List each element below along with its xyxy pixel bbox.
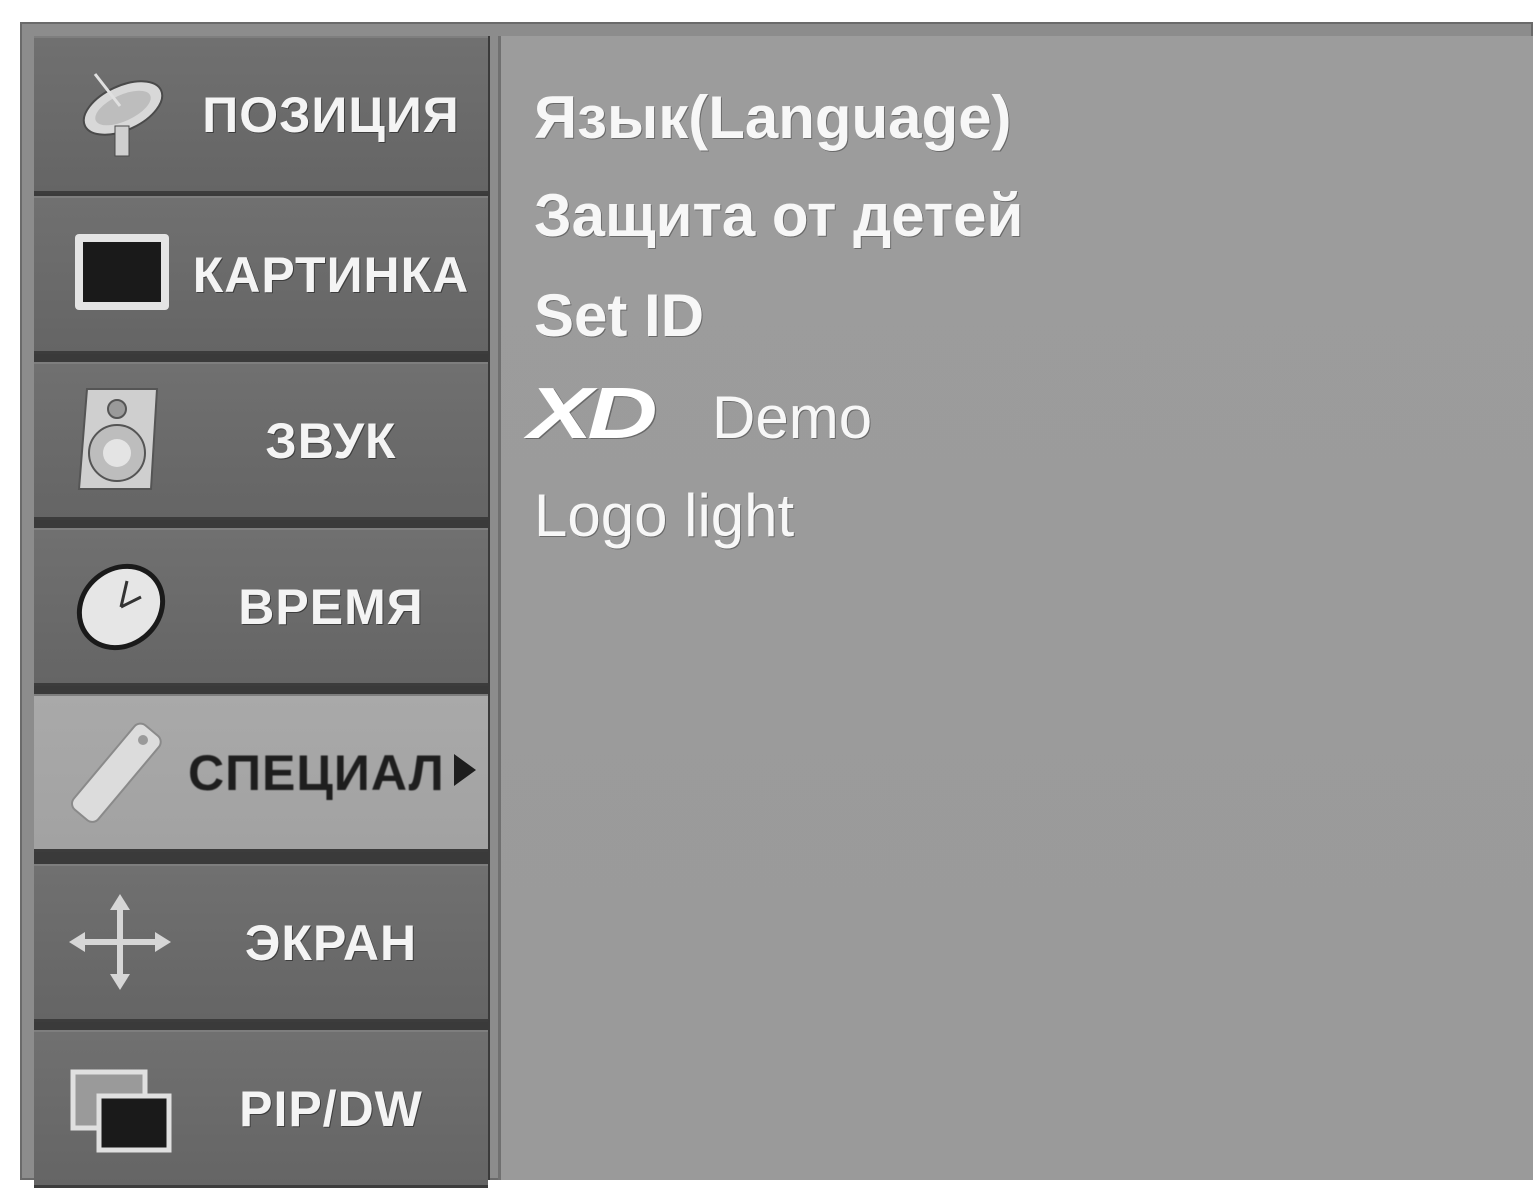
menu-item-logo-light[interactable]: Logo light xyxy=(534,476,794,556)
sidebar-item-label: КАРТИНКА xyxy=(192,246,470,303)
sidebar-item-time[interactable]: ВРЕМЯ xyxy=(34,528,488,686)
menu-item-set-id[interactable]: Set ID xyxy=(534,276,704,356)
sidebar-item-pip[interactable]: PIP/DW xyxy=(34,1030,488,1188)
sidebar-item-picture[interactable]: КАРТИНКА xyxy=(34,196,488,354)
sidebar-item-screen[interactable]: ЭКРАН xyxy=(34,864,488,1022)
sidebar-item-special[interactable]: СПЕЦИАЛ xyxy=(34,694,488,852)
submenu-arrow-icon xyxy=(454,754,476,786)
move-arrows-icon xyxy=(60,892,180,992)
sidebar-item-label: PIP/DW xyxy=(239,1080,423,1137)
menu-item-child-lock[interactable]: Защита от детей xyxy=(534,176,1023,256)
sidebar-item-label: ЭКРАН xyxy=(244,914,418,971)
menu-item-label: Demo xyxy=(712,384,873,451)
sidebar-menu: ПОЗИЦИЯ КАРТИНКА ЗВУК ВРЕМЯ СПЕЦИАЛ ЭКРА… xyxy=(34,36,490,1188)
remote-control-icon xyxy=(60,722,180,823)
menu-item-xd-demo[interactable]: XD Demo xyxy=(528,374,872,454)
sidebar-item-label: ВРЕМЯ xyxy=(238,578,424,635)
sidebar-item-sound[interactable]: ЗВУК xyxy=(34,362,488,520)
pip-windows-icon xyxy=(60,1058,180,1158)
sidebar-item-position[interactable]: ПОЗИЦИЯ xyxy=(34,36,488,194)
clock-icon xyxy=(60,556,180,656)
menu-item-language[interactable]: Язык(Language) xyxy=(534,78,1012,158)
sidebar-item-label: ЗВУК xyxy=(265,412,397,469)
satellite-dish-icon xyxy=(60,64,180,164)
picture-icon xyxy=(60,224,180,324)
speaker-icon xyxy=(60,388,180,490)
sidebar-item-label: СПЕЦИАЛ xyxy=(188,744,445,801)
xd-logo: XD xyxy=(528,374,658,454)
sidebar-item-label: ПОЗИЦИЯ xyxy=(202,86,460,143)
